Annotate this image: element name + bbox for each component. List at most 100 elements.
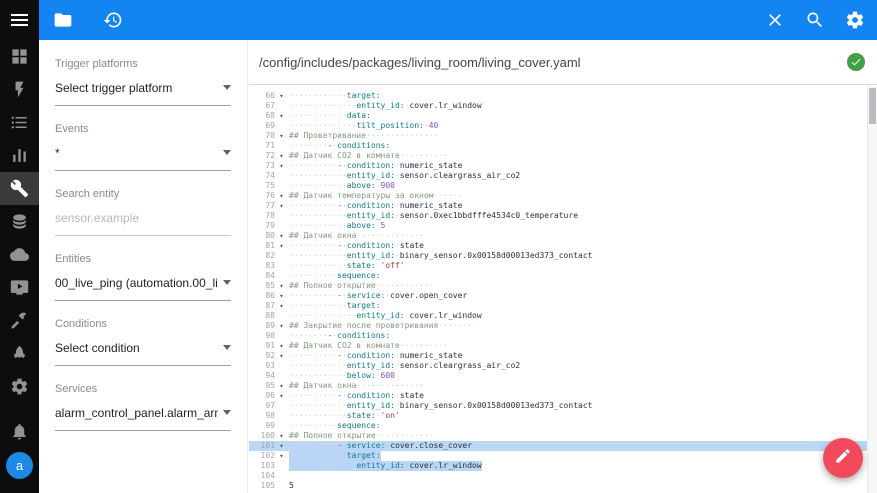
code-line[interactable]: 99··········sequence:: [249, 421, 867, 431]
scrollbar-thumb[interactable]: [869, 88, 876, 124]
code-line[interactable]: 81▾··········-·condition:·state: [249, 241, 867, 251]
fold-arrow-icon[interactable]: ▾: [275, 131, 288, 141]
code-lines[interactable]: 66▾············target:67··············en…: [249, 86, 867, 493]
file-path[interactable]: /config/includes/packages/living_room/li…: [259, 55, 581, 70]
settings-icon[interactable]: [845, 10, 865, 30]
flash-icon[interactable]: [0, 73, 39, 106]
fold-arrow-icon[interactable]: ▾: [275, 291, 288, 301]
line-number: 101: [249, 441, 275, 451]
bell-icon[interactable]: [0, 415, 39, 448]
code-line[interactable]: 67··············entity_id:·cover.lr_wind…: [249, 101, 867, 111]
entities-select[interactable]: Entities 00_live_ping (automation.00_liv…: [55, 253, 231, 301]
code-line[interactable]: 75············above:·900: [249, 181, 867, 191]
line-number: 97: [249, 401, 275, 411]
services-select[interactable]: Services alarm_control_panel.alarm_arm_a…: [55, 383, 231, 431]
fold-arrow-icon[interactable]: ▾: [275, 161, 288, 171]
fold-arrow-icon[interactable]: ▾: [275, 151, 288, 161]
code-line[interactable]: 90········-·conditions:: [249, 331, 867, 341]
wrench-icon[interactable]: [0, 172, 39, 205]
code-line[interactable]: 104: [249, 471, 867, 481]
code-line[interactable]: 102▾············target:: [249, 451, 867, 461]
code-line[interactable]: 97············entity_id:·binary_sensor.0…: [249, 401, 867, 411]
fold-arrow-icon[interactable]: ▾: [275, 431, 288, 441]
fold-arrow-icon[interactable]: ▾: [275, 201, 288, 211]
code-line[interactable]: 87▾············target:: [249, 301, 867, 311]
code-line[interactable]: 94············below:·600: [249, 371, 867, 381]
code-line[interactable]: 100▾## Полное открытие············: [249, 431, 867, 441]
tools-icon[interactable]: [0, 304, 39, 337]
code-line[interactable]: 77▾··········-·condition:·numeric_state: [249, 201, 867, 211]
code-line[interactable]: 86▾··········-·service:·cover.open_cover: [249, 291, 867, 301]
code-line[interactable]: 78············entity_id:·sensor.0xec1bbd…: [249, 211, 867, 221]
fold-arrow-icon[interactable]: ▾: [275, 281, 288, 291]
fold-arrow-icon[interactable]: ▾: [275, 111, 288, 121]
code-line[interactable]: 68▾············data:: [249, 111, 867, 121]
fold-arrow-icon[interactable]: ▾: [275, 351, 288, 361]
events-select[interactable]: Events *: [55, 123, 231, 171]
fold-arrow-icon[interactable]: ▾: [275, 321, 288, 331]
code-line[interactable]: 80▾## Датчик окна··············: [249, 231, 867, 241]
code-line[interactable]: 83············state:·'off': [249, 261, 867, 271]
list-icon[interactable]: [0, 106, 39, 139]
close-icon[interactable]: [765, 10, 785, 30]
code-line[interactable]: 89▾## Закрытие после проветривания······…: [249, 321, 867, 331]
code-line[interactable]: 76▾## Датчик температуры за окном······: [249, 191, 867, 201]
server-icon[interactable]: [0, 205, 39, 238]
fold-arrow-icon[interactable]: ▾: [275, 231, 288, 241]
editor-scrollbar[interactable]: [867, 86, 877, 493]
code-text: ············entity_id:·sensor.cleargrass…: [289, 361, 520, 371]
fold-arrow-icon[interactable]: ▾: [275, 301, 288, 311]
fold-arrow-icon[interactable]: ▾: [275, 241, 288, 251]
cloud-icon[interactable]: [0, 238, 39, 271]
editor-main: /config/includes/packages/living_room/li…: [249, 40, 877, 493]
fold-arrow-icon[interactable]: ▾: [275, 391, 288, 401]
code-line[interactable]: 82············entity_id:·binary_sensor.0…: [249, 251, 867, 261]
fold-arrow-icon[interactable]: ▾: [275, 451, 288, 461]
code-line[interactable]: 92▾··········-·condition:·numeric_state: [249, 351, 867, 361]
code-line[interactable]: 95▾## Датчик окна··············: [249, 381, 867, 391]
code-line[interactable]: 1055: [249, 481, 867, 491]
search-entity-input[interactable]: sensor.example: [55, 211, 218, 225]
edit-fab[interactable]: [823, 438, 863, 478]
chevron-down-icon: [223, 345, 231, 350]
gear-icon[interactable]: [0, 370, 39, 403]
code-line[interactable]: 73▾··········-·condition:·numeric_state: [249, 161, 867, 171]
code-line[interactable]: 85▾## Полное открытие············: [249, 281, 867, 291]
field-value: 00_live_ping (automation.00_live_pi: [55, 276, 218, 290]
apps-icon[interactable]: [0, 40, 39, 73]
fold-arrow-icon[interactable]: ▾: [275, 191, 288, 201]
code-line[interactable]: 66▾············target:: [249, 91, 867, 101]
menu-icon[interactable]: [0, 6, 39, 34]
fold-arrow-icon[interactable]: ▾: [275, 441, 288, 451]
history-icon[interactable]: [103, 10, 123, 30]
chart-icon[interactable]: [0, 139, 39, 172]
code-line[interactable]: 70▾## Проветривание···············: [249, 131, 867, 141]
code-line[interactable]: 79············above:·5: [249, 221, 867, 231]
code-line[interactable]: 88··············entity_id:·cover.lr_wind…: [249, 311, 867, 321]
code-line[interactable]: 69··············tilt_position:·40: [249, 121, 867, 131]
media-icon[interactable]: [0, 271, 39, 304]
code-line[interactable]: 103··············entity_id:·cover.lr_win…: [249, 461, 867, 471]
code-line[interactable]: 71········-·conditions:: [249, 141, 867, 151]
folder-icon[interactable]: [53, 10, 73, 30]
code-line[interactable]: 96▾··········-·condition:·state: [249, 391, 867, 401]
code-text: ## Датчик CO2 в комнате··········: [289, 341, 448, 351]
line-number: 87: [249, 301, 275, 311]
line-number: 75: [249, 181, 275, 191]
fold-arrow-icon[interactable]: ▾: [275, 381, 288, 391]
code-line[interactable]: 93············entity_id:·sensor.cleargra…: [249, 361, 867, 371]
conditions-select[interactable]: Conditions Select condition: [55, 318, 231, 366]
code-line[interactable]: 72▾## Датчик CO2 в комнате··········: [249, 151, 867, 161]
trigger-platform-select[interactable]: Trigger platforms Select trigger platfor…: [55, 58, 231, 106]
fold-arrow-icon[interactable]: ▾: [275, 91, 288, 101]
code-line[interactable]: 98············state:·'on': [249, 411, 867, 421]
code-line[interactable]: 91▾## Датчик CO2 в комнате··········: [249, 341, 867, 351]
code-line[interactable]: 74············entity_id:·sensor.cleargra…: [249, 171, 867, 181]
avatar[interactable]: a: [6, 452, 33, 479]
code-line[interactable]: 101▾··········-·service:·cover.close_cov…: [249, 441, 867, 451]
fold-arrow-icon[interactable]: ▾: [275, 341, 288, 351]
rocket-icon[interactable]: [0, 337, 39, 370]
search-icon[interactable]: [805, 10, 825, 30]
search-entity-field[interactable]: Search entity sensor.example: [55, 188, 231, 236]
code-line[interactable]: 84··········sequence:: [249, 271, 867, 281]
